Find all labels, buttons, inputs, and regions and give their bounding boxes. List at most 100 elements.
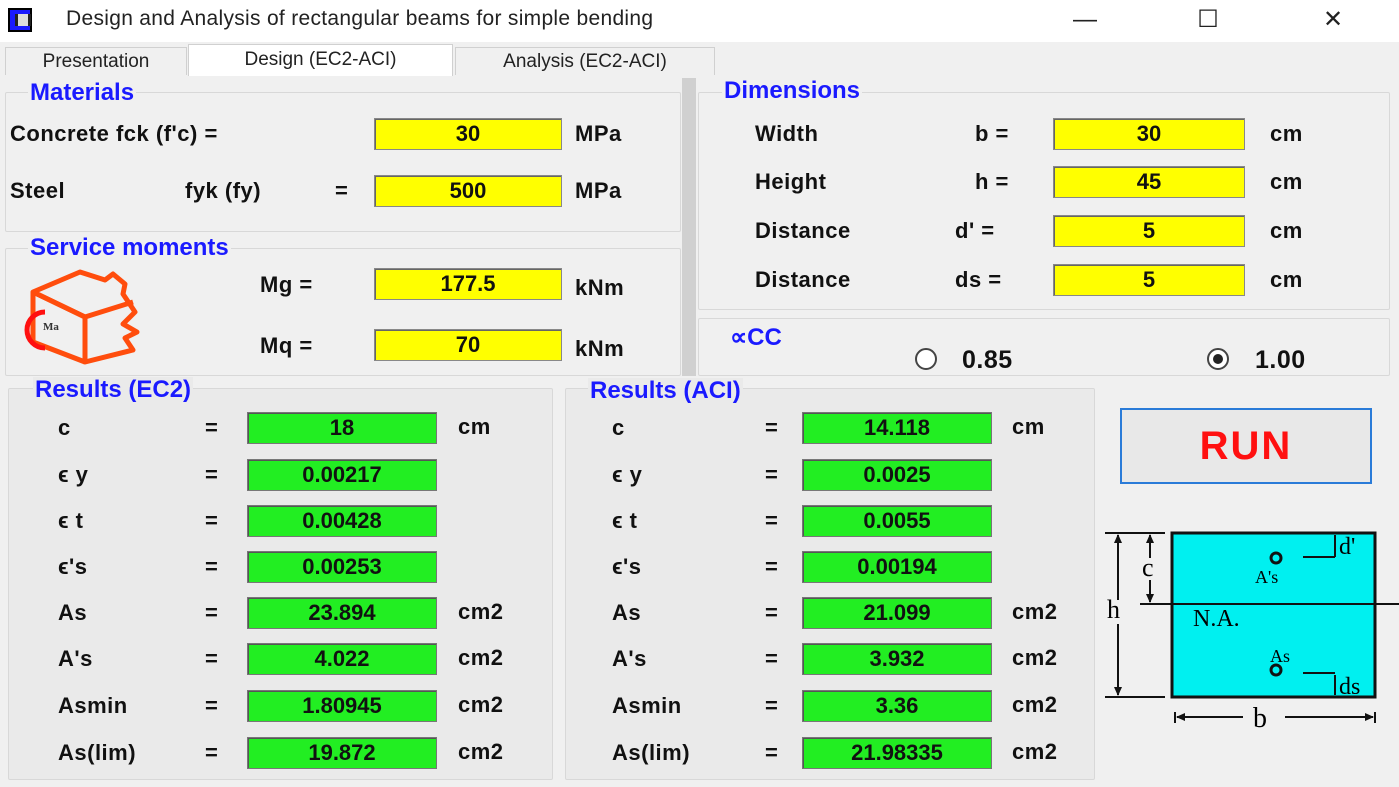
steel-label: Steel [10, 176, 65, 206]
alpha-cc-title: ∝CC [728, 325, 784, 351]
result-equals: = [765, 691, 778, 721]
result-value: 3.932 [802, 643, 992, 675]
result-equals: = [765, 460, 778, 490]
mq-label: Mq = [260, 331, 313, 361]
concrete-fck-input[interactable]: 30 [374, 118, 562, 150]
result-equals: = [205, 552, 218, 582]
maximize-button[interactable]: ☐ [1178, 4, 1238, 36]
radio-alpha-100-label: 1.00 [1255, 345, 1306, 375]
result-equals: = [205, 691, 218, 721]
dimension-unit: cm [1270, 216, 1303, 246]
result-equals: = [205, 738, 218, 768]
tab-design[interactable]: Design (EC2-ACI) [188, 44, 453, 76]
result-unit: cm [1012, 412, 1045, 442]
result-equals: = [765, 552, 778, 582]
result-value: 18 [247, 412, 437, 444]
result-equals: = [205, 413, 218, 443]
dimension-unit: cm [1270, 265, 1303, 295]
result-unit: cm2 [458, 690, 504, 720]
beam-section-diagram: h c d' A's N.A. As ds b [1095, 520, 1399, 730]
result-label: ϵ's [58, 552, 88, 582]
result-value: 19.872 [247, 737, 437, 769]
materials-group [5, 92, 681, 232]
window-title: Design and Analysis of rectangular beams… [66, 7, 653, 31]
minimize-button[interactable]: — [1055, 4, 1115, 36]
result-label: ϵ's [612, 552, 642, 582]
result-value: 4.022 [247, 643, 437, 675]
result-equals: = [765, 738, 778, 768]
dimension-symbol: d' = [955, 216, 995, 246]
steel-fyk-input[interactable]: 500 [374, 175, 562, 207]
result-equals: = [205, 644, 218, 674]
dimension-label: Distance [755, 216, 851, 246]
result-equals: = [205, 598, 218, 628]
mg-label: Mg = [260, 270, 313, 300]
steel-unit: MPa [575, 176, 622, 206]
result-equals: = [205, 506, 218, 536]
result-value: 0.00428 [247, 505, 437, 537]
result-equals: = [765, 598, 778, 628]
steel-symbol: fyk (fy) [185, 176, 261, 206]
result-value: 0.0025 [802, 459, 992, 491]
label-as-prime: A's [1255, 567, 1278, 587]
dimension-unit: cm [1270, 119, 1303, 149]
radio-alpha-085[interactable] [915, 348, 937, 370]
result-value: 3.36 [802, 690, 992, 722]
result-unit: cm2 [1012, 690, 1058, 720]
result-value: 0.00253 [247, 551, 437, 583]
run-button[interactable]: RUN [1120, 408, 1372, 484]
dimension-label: Distance [755, 265, 851, 295]
result-value: 21.98335 [802, 737, 992, 769]
result-label: As [612, 598, 641, 628]
dimension-unit: cm [1270, 167, 1303, 197]
mq-input[interactable]: 70 [374, 329, 562, 361]
tab-presentation[interactable]: Presentation [5, 47, 187, 75]
app-icon [8, 8, 32, 32]
results-ec2-title: Results (EC2) [33, 377, 193, 403]
result-label: A's [612, 644, 647, 674]
result-unit: cm2 [458, 737, 504, 767]
result-label: c [58, 413, 71, 443]
beam-moment-icon: Ma [15, 262, 150, 367]
concrete-unit: MPa [575, 119, 622, 149]
result-label: A's [58, 644, 93, 674]
result-value: 14.118 [802, 412, 992, 444]
radio-alpha-100[interactable] [1207, 348, 1229, 370]
result-label: As [58, 598, 87, 628]
result-unit: cm2 [1012, 643, 1058, 673]
result-unit: cm2 [458, 597, 504, 627]
icon-text: Ma [43, 321, 59, 333]
result-equals: = [765, 506, 778, 536]
result-equals: = [765, 413, 778, 443]
divider [682, 78, 696, 376]
result-value: 21.099 [802, 597, 992, 629]
result-label: Asmin [612, 691, 682, 721]
label-b: b [1253, 703, 1267, 730]
result-label: ϵ t [612, 506, 637, 536]
mg-unit: kNm [575, 273, 624, 303]
dimension-input[interactable]: 5 [1053, 215, 1245, 247]
result-unit: cm2 [1012, 597, 1058, 627]
radio-alpha-085-label: 0.85 [962, 345, 1013, 375]
result-value: 1.80945 [247, 690, 437, 722]
label-na: N.A. [1193, 606, 1240, 632]
result-equals: = [765, 644, 778, 674]
steel-equals: = [335, 176, 348, 206]
tab-analysis[interactable]: Analysis (EC2-ACI) [455, 47, 715, 75]
dimension-input[interactable]: 30 [1053, 118, 1245, 150]
title-bar: Design and Analysis of rectangular beams… [0, 0, 1399, 42]
result-label: Asmin [58, 691, 128, 721]
dimension-input[interactable]: 5 [1053, 264, 1245, 296]
dimension-input[interactable]: 45 [1053, 166, 1245, 198]
mg-input[interactable]: 177.5 [374, 268, 562, 300]
label-c: c [1142, 553, 1154, 582]
label-h: h [1107, 595, 1120, 624]
result-label: c [612, 413, 625, 443]
dimensions-title: Dimensions [722, 78, 862, 104]
close-button[interactable]: ✕ [1303, 4, 1363, 36]
result-value: 0.00217 [247, 459, 437, 491]
result-label: ϵ y [58, 460, 88, 490]
dimension-symbol: b = [975, 119, 1009, 149]
result-value: 0.0055 [802, 505, 992, 537]
mq-unit: kNm [575, 334, 624, 364]
